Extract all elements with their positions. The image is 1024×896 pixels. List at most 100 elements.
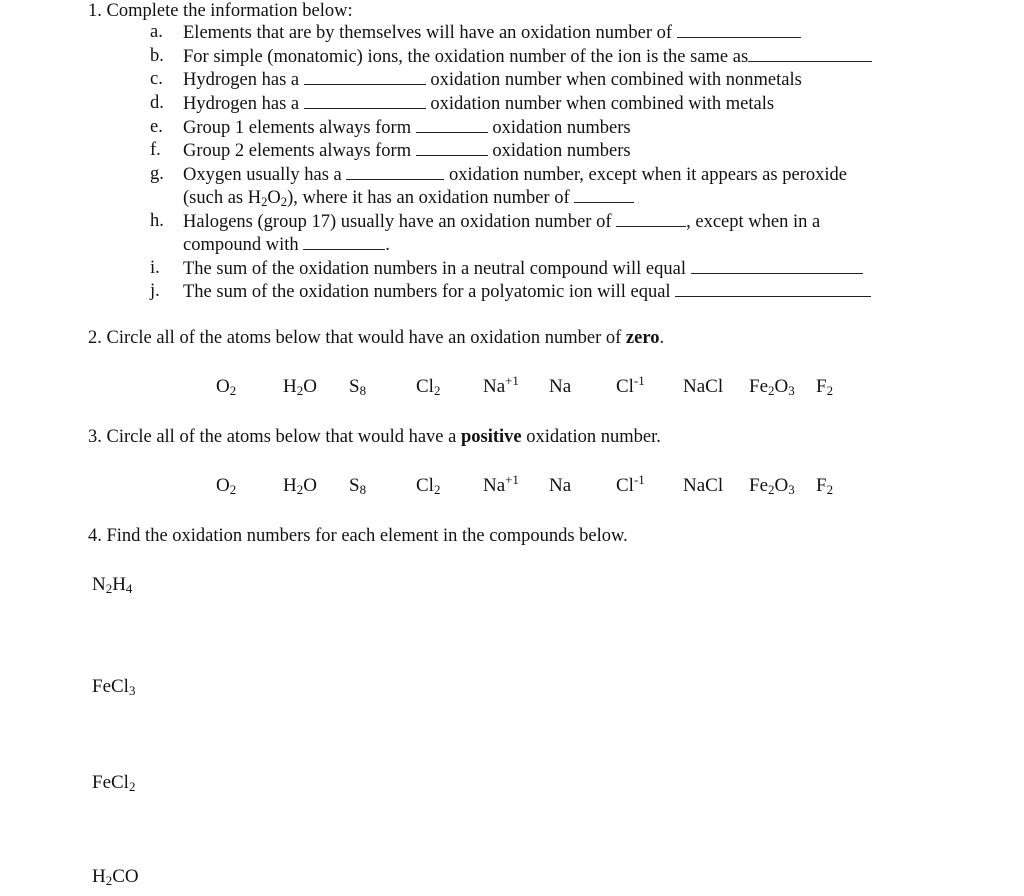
question-3-suffix: oxidation number. [521,427,661,447]
text-run: Cl [416,376,434,397]
text-run: F [816,376,827,397]
subscript: 2 [826,482,834,498]
text-run: FeCl [92,772,129,793]
text-run: , except when in a [686,212,821,232]
subscript: 3 [788,482,795,498]
answer-blank[interactable] [616,210,687,227]
text-run: NaCl [683,475,724,496]
item-text: For simple (monatomic) ions, the oxidati… [183,45,873,68]
item-letter: e. [150,117,163,137]
question-3-species-option[interactable]: S8 [349,475,366,497]
question-3-prefix: 3. Circle all of the atoms below that wo… [88,427,461,447]
question-2-species-option[interactable]: NaCl [683,376,723,398]
text-run: Fe [749,475,768,496]
text-run: Hydrogen has a [183,70,304,90]
question-3-species-option[interactable]: H2O [283,475,317,497]
question-2-species-option[interactable]: Fe2O3 [749,376,795,398]
item-text: The sum of the oxidation numbers for a p… [183,280,872,303]
compound-label: N2H4 [92,574,132,596]
text-run: Halogens (group 17) usually have an oxid… [183,212,617,232]
question-3-species-option[interactable]: Cl2 [416,475,440,497]
item-text: Group 1 elements always form oxidation n… [183,116,631,139]
question-3-species-option[interactable]: O2 [216,475,236,497]
text-run: H [283,475,297,496]
text-run: H [92,866,106,887]
question-3-species-option[interactable]: Cl-1 [616,473,645,497]
answer-blank[interactable] [303,68,426,85]
question-2-emphasis: zero [625,328,660,348]
text-run: S [349,376,360,397]
text-run: oxidation numbers [487,141,631,161]
answer-blank[interactable] [748,45,873,62]
text-run: Group 1 elements always form [183,118,416,138]
question-2-species-option[interactable]: H2O [283,376,317,398]
subscript: 2 [229,482,237,498]
text-run: The sum of the oxidation numbers for a p… [183,282,676,302]
text-run: Na [483,475,506,496]
subscript: 2 [826,383,834,399]
item-text: Halogens (group 17) usually have an oxid… [183,210,820,233]
answer-blank[interactable] [303,92,426,109]
text-run: Na [549,475,572,496]
answer-blank[interactable] [415,139,488,156]
text-run: O [303,376,317,397]
item-letter: j. [150,281,160,301]
text-run: (such as H [183,188,262,208]
text-run: FeCl [92,676,129,697]
text-run: The sum of the oxidation numbers in a ne… [183,259,691,279]
question-3-species-option[interactable]: F2 [816,475,833,497]
answer-blank[interactable] [415,116,488,133]
text-run: Hydrogen has a [183,94,304,114]
question-3-species-option[interactable]: Na [549,475,571,497]
answer-blank[interactable] [303,233,386,250]
question-2-prefix: 2. Circle all of the atoms below that wo… [88,328,626,348]
answer-blank[interactable] [346,163,445,180]
question-2-species-option[interactable]: Cl2 [416,376,440,398]
question-3-species-option[interactable]: NaCl [683,475,723,497]
text-run: For simple (monatomic) ions, the oxidati… [183,47,749,67]
question-3-species-option[interactable]: Na+1 [483,473,519,497]
text-run: oxidation number when combined with nonm… [425,70,802,90]
text-run: NaCl [683,376,724,397]
text-run: O [303,475,317,496]
question-3-species-option[interactable]: Fe2O3 [749,475,795,497]
text-run: Cl [416,475,434,496]
subscript: 3 [788,383,795,399]
text-run: CO [112,866,139,887]
text-run: Cl [616,376,634,397]
text-run: O [216,475,230,496]
text-run: compound with [183,235,304,255]
item-letter: f. [150,140,161,160]
item-text: Hydrogen has a oxidation number when com… [183,92,774,115]
item-text: Group 2 elements always form oxidation n… [183,139,631,162]
answer-blank[interactable] [676,21,801,38]
item-text: compound with . [183,233,390,256]
answer-blank[interactable] [675,280,872,297]
subscript: 2 [433,482,441,498]
item-text: Hydrogen has a oxidation number when com… [183,68,802,91]
item-letter: a. [150,22,163,42]
question-2-species-option[interactable]: S8 [349,376,366,398]
text-run: H [283,376,297,397]
subscript: 4 [125,581,133,597]
question-2-prompt: 2. Circle all of the atoms below that wo… [88,327,664,349]
question-3-emphasis: positive [460,427,522,447]
question-2-species-option[interactable]: O2 [216,376,236,398]
text-run: Oxygen usually has a [183,165,347,185]
question-2-suffix: . [659,328,665,348]
text-run: Na [483,376,506,397]
item-letter: b. [150,46,164,66]
question-2-species-option[interactable]: Cl-1 [616,374,645,398]
question-2-species-option[interactable]: Na+1 [483,374,519,398]
question-2-species-option[interactable]: Na [549,376,571,398]
question-2-species-option[interactable]: F2 [816,376,833,398]
text-run: Na [549,376,572,397]
answer-blank[interactable] [574,186,635,203]
answer-blank[interactable] [690,257,863,274]
text-run: O [774,475,789,496]
compound-label: H2CO [92,866,139,888]
compound-label: FeCl2 [92,772,135,794]
text-run: oxidation numbers [487,118,631,138]
question-4-title: 4. Find the oxidation numbers for each e… [88,526,628,546]
text-run: O [774,376,789,397]
